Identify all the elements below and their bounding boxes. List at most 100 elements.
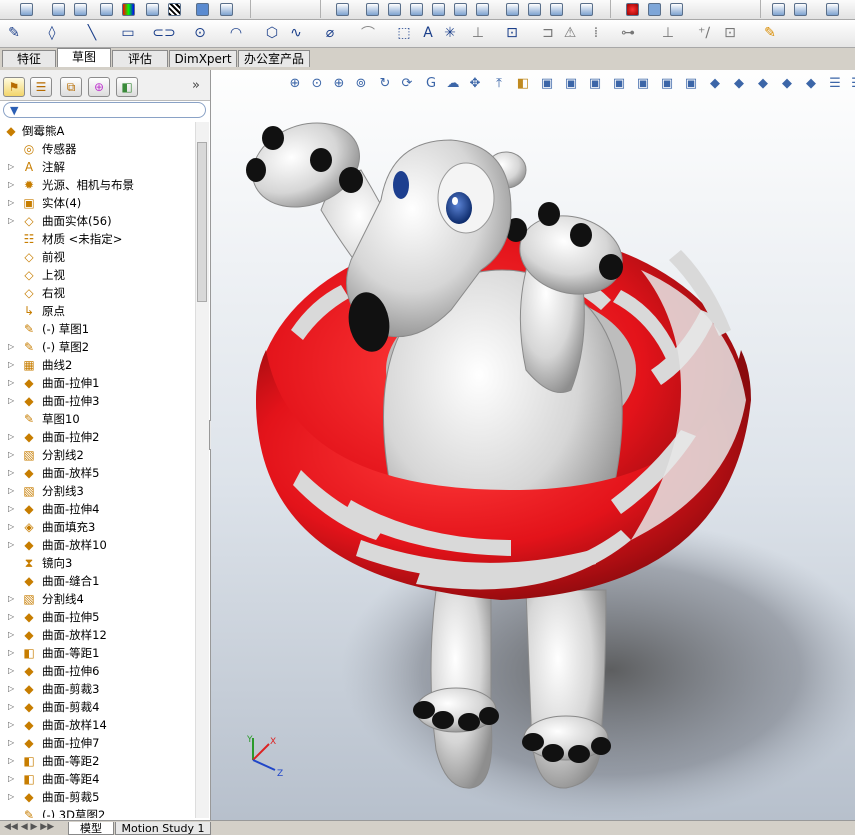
save-image-icon[interactable] bbox=[794, 3, 807, 16]
tree-item[interactable]: ▷ ◆ 曲面-拉伸1 bbox=[0, 374, 195, 392]
mirror-icon[interactable]: ⚠ bbox=[562, 25, 578, 41]
expand-arrow-icon[interactable]: ▷ bbox=[8, 590, 14, 608]
perspective-icon[interactable] bbox=[220, 3, 233, 16]
tree-item[interactable]: ▷ ▧ 分割线3 bbox=[0, 482, 195, 500]
feature-manager-icon[interactable]: ⚑ bbox=[3, 77, 25, 97]
scene-icon[interactable] bbox=[146, 3, 159, 16]
trimetric-view-icon[interactable] bbox=[528, 3, 541, 16]
move-icon[interactable]: ⊶ bbox=[620, 25, 636, 41]
edit-appearance-icon[interactable] bbox=[772, 3, 785, 16]
slot-icon[interactable]: ⊂⊃ bbox=[152, 25, 175, 41]
tree-item[interactable]: ▷ ◧ 曲面-等距4 bbox=[0, 770, 195, 788]
lights-icon[interactable] bbox=[670, 3, 683, 16]
tree-item[interactable]: ☷ 材质 <未指定> bbox=[0, 230, 195, 248]
expand-arrow-icon[interactable]: ▷ bbox=[8, 608, 14, 626]
appearance-icon[interactable] bbox=[100, 3, 113, 16]
tree-item[interactable]: ▷ ▣ 实体(4) bbox=[0, 194, 195, 212]
display-icon[interactable] bbox=[74, 3, 87, 16]
point-icon[interactable]: A bbox=[420, 25, 436, 41]
shaded-icon[interactable] bbox=[196, 3, 209, 16]
expand-arrow-icon[interactable]: ▷ bbox=[8, 392, 14, 410]
isometric-view-icon[interactable] bbox=[506, 3, 519, 16]
expand-arrow-icon[interactable]: ▷ bbox=[8, 644, 14, 662]
expand-arrow-icon[interactable]: ▷ bbox=[8, 752, 14, 770]
tree-item[interactable]: ▷ ◧ 曲面-等距2 bbox=[0, 752, 195, 770]
trim-icon[interactable]: ⊥ bbox=[470, 25, 486, 41]
circle-icon[interactable]: ⊙ bbox=[192, 25, 208, 41]
tree-item[interactable]: ▷ ◆ 曲面-拉伸3 bbox=[0, 392, 195, 410]
right-view-icon[interactable] bbox=[432, 3, 445, 16]
plane-icon[interactable]: ⌀ bbox=[322, 25, 338, 41]
tree-item[interactable]: ⧗ 镜向3 bbox=[0, 554, 195, 572]
expand-arrow-icon[interactable]: ▷ bbox=[8, 716, 14, 734]
tree-item[interactable]: ▷ ◆ 曲面-拉伸2 bbox=[0, 428, 195, 446]
expand-arrow-icon[interactable]: ▷ bbox=[8, 626, 14, 644]
tab-office-products[interactable]: 办公室产品 bbox=[238, 50, 310, 67]
expand-arrow-icon[interactable]: ▷ bbox=[8, 518, 14, 536]
tree-item[interactable]: ▷ ◆ 曲面-拉伸4 bbox=[0, 500, 195, 518]
expand-arrow-icon[interactable]: ▷ bbox=[8, 788, 14, 806]
tree-item[interactable]: ✎ 草图10 bbox=[0, 410, 195, 428]
tree-item[interactable]: ▷ ◆ 曲面-剪裁4 bbox=[0, 698, 195, 716]
dimetric-view-icon[interactable] bbox=[550, 3, 563, 16]
tab-evaluate[interactable]: 评估 bbox=[112, 50, 168, 67]
expand-arrow-icon[interactable]: ▷ bbox=[8, 446, 14, 464]
edit-color-icon[interactable] bbox=[122, 3, 135, 16]
offset-icon[interactable]: ⊐ bbox=[540, 25, 556, 41]
tree-item[interactable]: ▷ A 注解 bbox=[0, 158, 195, 176]
tree-item[interactable]: ↳ 原点 bbox=[0, 302, 195, 320]
expand-panel-icon[interactable]: » bbox=[192, 78, 200, 93]
tree-item[interactable]: ◇ 上视 bbox=[0, 266, 195, 284]
tab-motion-study[interactable]: Motion Study 1 bbox=[115, 822, 211, 835]
tree-item[interactable]: ▷ ◆ 曲面-放样10 bbox=[0, 536, 195, 554]
polygon-icon[interactable]: ⬡ bbox=[264, 25, 280, 41]
centerpoint-icon[interactable]: ✳ bbox=[442, 25, 458, 41]
arc-icon[interactable]: ◠ bbox=[228, 25, 244, 41]
tab-dimxpert[interactable]: DimXpert bbox=[169, 50, 237, 67]
expand-arrow-icon[interactable]: ▷ bbox=[8, 482, 14, 500]
photoworks-icon[interactable] bbox=[648, 3, 661, 16]
tree-item[interactable]: ▷ ◆ 曲面-放样5 bbox=[0, 464, 195, 482]
tree-item[interactable]: ▷ ◆ 曲面-放样14 bbox=[0, 716, 195, 734]
expand-arrow-icon[interactable]: ▷ bbox=[8, 680, 14, 698]
text-icon[interactable]: ⬚ bbox=[396, 25, 412, 41]
render-icon[interactable] bbox=[626, 3, 639, 16]
expand-arrow-icon[interactable]: ▷ bbox=[8, 176, 14, 194]
display-manager-icon[interactable]: ◧ bbox=[116, 77, 138, 97]
tree-item[interactable]: ▷ ▧ 分割线4 bbox=[0, 590, 195, 608]
expand-arrow-icon[interactable]: ▷ bbox=[8, 374, 14, 392]
line-icon[interactable]: ╲ bbox=[84, 25, 100, 41]
scrollbar-thumb[interactable] bbox=[197, 142, 207, 302]
sketch-icon[interactable]: ✎ bbox=[6, 25, 22, 41]
tree-item[interactable]: ▷ ✎ (-) 草图2 bbox=[0, 338, 195, 356]
options-icon[interactable] bbox=[52, 3, 65, 16]
tree-item[interactable]: ◆ 曲面-缝合1 bbox=[0, 572, 195, 590]
tree-item[interactable]: ✎ (-) 草图1 bbox=[0, 320, 195, 338]
tab-model[interactable]: 模型 bbox=[68, 822, 114, 835]
tree-item[interactable]: ▷ ◆ 曲面-放样12 bbox=[0, 626, 195, 644]
tree-item[interactable]: ◎ 传感器 bbox=[0, 140, 195, 158]
bottom-view-icon[interactable] bbox=[476, 3, 489, 16]
rapid-sketch-icon[interactable]: ✎ bbox=[762, 25, 778, 41]
tree-item[interactable]: ▷ ◆ 曲面-拉伸6 bbox=[0, 662, 195, 680]
tab-scroll-arrows-icon[interactable]: ◀◀ ◀ ▶ ▶▶ bbox=[4, 822, 54, 832]
expand-arrow-icon[interactable]: ▷ bbox=[8, 338, 14, 356]
dimxpert-manager-icon[interactable]: ⊕ bbox=[88, 77, 110, 97]
tree-item[interactable]: ▷ ◇ 曲面实体(56) bbox=[0, 212, 195, 230]
top-view-icon[interactable] bbox=[454, 3, 467, 16]
expand-arrow-icon[interactable]: ▷ bbox=[8, 464, 14, 482]
left-view-icon[interactable] bbox=[410, 3, 423, 16]
expand-arrow-icon[interactable]: ▷ bbox=[8, 536, 14, 554]
expand-arrow-icon[interactable]: ▷ bbox=[8, 734, 14, 752]
tree-item[interactable]: ▷ ◆ 曲面-剪裁5 bbox=[0, 788, 195, 806]
tree-item[interactable]: ▷ ◆ 曲面-拉伸7 bbox=[0, 734, 195, 752]
tree-item[interactable]: ▷ ✹ 光源、相机与布景 bbox=[0, 176, 195, 194]
tree-item[interactable]: ✎ (-) 3D草图2 bbox=[0, 806, 195, 818]
tree-item[interactable]: ▷ ▦ 曲线2 bbox=[0, 356, 195, 374]
tab-features[interactable]: 特征 bbox=[2, 50, 56, 67]
tab-sketch[interactable]: 草图 bbox=[57, 48, 111, 67]
expand-arrow-icon[interactable]: ▷ bbox=[8, 428, 14, 446]
configuration-manager-icon[interactable]: ⧉ bbox=[60, 77, 82, 97]
relations-icon[interactable]: ⊥ bbox=[660, 25, 676, 41]
rebuild-icon[interactable] bbox=[20, 3, 33, 16]
